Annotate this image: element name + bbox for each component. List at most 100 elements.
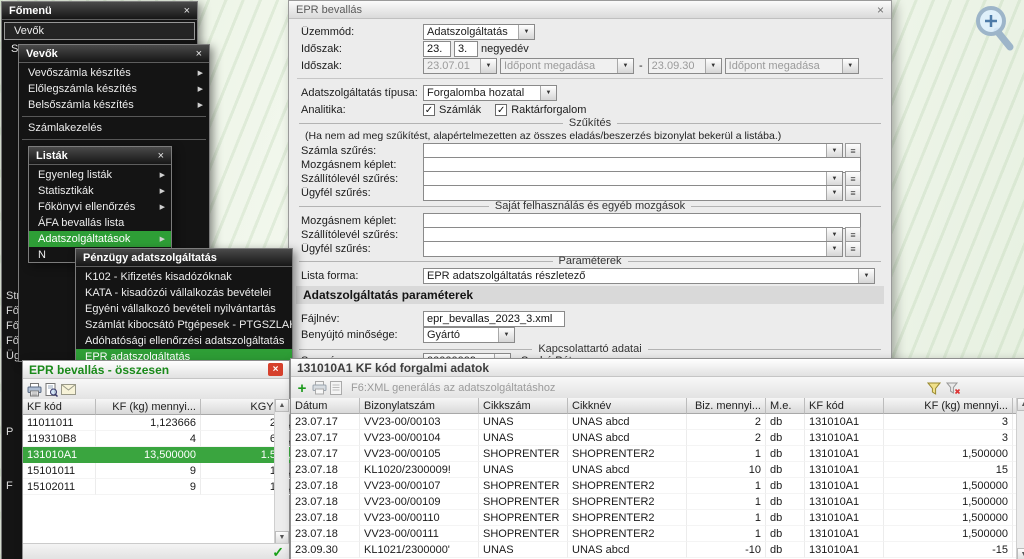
- idoszak-year-input[interactable]: [423, 41, 451, 57]
- date-from-select[interactable]: 23.07.01 ▼: [423, 58, 497, 74]
- column-header[interactable]: KF (kg) mennyi...: [884, 398, 1013, 414]
- lista-forma-select[interactable]: EPR adatszolgáltatás részletező ▼: [423, 268, 875, 284]
- detail-scrollbar[interactable]: ▲ ▼: [1016, 398, 1024, 559]
- column-header[interactable]: Biz. mennyi...: [687, 398, 766, 414]
- menu-item-elolegszamla-keszites[interactable]: Előlegszámla készítés ▶: [19, 81, 209, 97]
- raktarforgalom-checkbox-label: Raktárforgalom: [511, 104, 586, 116]
- menu-item-fragment[interactable]: F: [6, 480, 13, 492]
- scrollbar-track[interactable]: [275, 412, 289, 531]
- print-icon[interactable]: [312, 381, 327, 395]
- table-cell: UNAS: [479, 542, 568, 558]
- add-icon[interactable]: +: [295, 381, 309, 396]
- raktarforgalom-checkbox[interactable]: ✓: [495, 104, 507, 116]
- menu-item-vevok-root[interactable]: Vevők: [4, 22, 195, 40]
- confirm-check-icon[interactable]: ✓: [272, 544, 284, 559]
- column-header[interactable]: Cikknév: [568, 398, 687, 414]
- table-row[interactable]: 151010119189,-: [23, 463, 300, 479]
- table-row[interactable]: 119310B84672,-: [23, 431, 300, 447]
- menu-item-egyenleg-listak[interactable]: Egyenleg listák ▶: [29, 167, 171, 183]
- dialog-titlebar[interactable]: EPR bevallás ×: [289, 1, 891, 19]
- table-row[interactable]: 23.07.18VV23-00/00111SHOPRENTERSHOPRENTE…: [291, 526, 1024, 542]
- combo-value: 23.09.30: [649, 60, 705, 72]
- table-cell: 2: [687, 414, 766, 430]
- menu-item-k102[interactable]: K102 - Kifizetés kisadózóknak: [76, 269, 292, 285]
- listak-titlebar[interactable]: Listák ×: [29, 147, 171, 165]
- xml-document-icon[interactable]: [330, 381, 342, 395]
- table-row[interactable]: 23.09.30KL1021/2300000'UNASUNAS abcd-10d…: [291, 542, 1024, 558]
- preview-icon[interactable]: [45, 383, 58, 397]
- scrollbar-track[interactable]: [1017, 411, 1024, 548]
- column-header[interactable]: KF kód: [23, 399, 96, 415]
- table-row[interactable]: 23.07.17VV23-00/00103UNASUNAS abcd2db131…: [291, 414, 1024, 430]
- table-cell: SHOPRENTER: [479, 446, 568, 462]
- table-row[interactable]: 23.07.18VV23-00/00109SHOPRENTERSHOPRENTE…: [291, 494, 1024, 510]
- column-header[interactable]: Dátum: [291, 398, 360, 414]
- zoom-magnifier-icon[interactable]: [972, 4, 1018, 52]
- column-header[interactable]: KF kód: [805, 398, 884, 414]
- listak-close-icon[interactable]: ×: [156, 150, 166, 162]
- scroll-up-button[interactable]: ▲: [1017, 398, 1024, 411]
- menu-item-ptgszlah[interactable]: Számlát kibocsátó Ptgépesek - PTGSZLAH: [76, 317, 292, 333]
- table-cell: SHOPRENTER2: [568, 478, 687, 494]
- dropdown-arrow-icon: ▼: [858, 269, 874, 283]
- ugyfel-szures-lookup-button[interactable]: ≡: [845, 185, 861, 201]
- menu-item-egyeni-vallalkozo[interactable]: Egyéni vállalkozó bevételi nyilvántartás: [76, 301, 292, 317]
- clear-filter-icon[interactable]: [946, 382, 961, 395]
- menu-item-belsoszamla-keszites[interactable]: Belsőszámla készítés ▶: [19, 97, 209, 113]
- table-row[interactable]: 23.07.17VV23-00/00105SHOPRENTERSHOPRENTE…: [291, 446, 1024, 462]
- penzugy-titlebar[interactable]: Pénzügy adatszolgáltatás: [76, 249, 292, 267]
- filter-icon[interactable]: [927, 382, 941, 395]
- summary-table: KF kódKF (kg) mennyi...KGYF díj110110111…: [23, 399, 300, 495]
- menu-item-adatszolgaltatasok[interactable]: Adatszolgáltatások ▶: [29, 231, 171, 247]
- uzemmod-select[interactable]: Adatszolgáltatás ▼: [423, 24, 535, 40]
- tipus-select[interactable]: Forgalomba hozatal ▼: [423, 85, 557, 101]
- column-header[interactable]: Bizonylatszám: [360, 398, 479, 414]
- scroll-down-button[interactable]: ▼: [1017, 548, 1024, 559]
- date-mode-to-select[interactable]: Időpont megadása ▼: [725, 58, 859, 74]
- fajlnev-input[interactable]: [423, 311, 565, 327]
- table-row[interactable]: 23.07.17VV23-00/00104UNASUNAS abcd2db131…: [291, 430, 1024, 446]
- menu-item-statisztikak[interactable]: Statisztikák ▶: [29, 183, 171, 199]
- fomenu-titlebar[interactable]: Főmenü ×: [2, 2, 197, 20]
- column-header[interactable]: M.e.: [766, 398, 805, 414]
- menu-item-fragment[interactable]: P: [6, 426, 13, 438]
- detail-titlebar[interactable]: 131010A1 KF kód forgalmi adatok: [291, 359, 1024, 377]
- menu-item-kata[interactable]: KATA - kisadózói vállalkozás bevételei: [76, 285, 292, 301]
- epr-bevallas-dialog: EPR bevallás × Üzemmód: Adatszolgáltatás…: [288, 0, 892, 378]
- table-cell: 1: [687, 494, 766, 510]
- dialog-close-icon[interactable]: ×: [877, 3, 884, 17]
- summary-close-icon[interactable]: ×: [268, 363, 283, 376]
- szamlak-checkbox[interactable]: ✓: [423, 104, 435, 116]
- penzugy-menu-window: Pénzügy adatszolgáltatás K102 - Kifizeté…: [75, 248, 293, 363]
- column-header[interactable]: Cikkszám: [479, 398, 568, 414]
- szallitolevel-szures-label: Szállítólevél szűrés:: [301, 173, 423, 185]
- vevok-titlebar[interactable]: Vevők ×: [19, 45, 209, 63]
- table-row[interactable]: 151020119189,-: [23, 479, 300, 495]
- date-to-select[interactable]: 23.09.30 ▼: [648, 58, 722, 74]
- ugyfel-szures-select[interactable]: ▼: [423, 185, 843, 201]
- idoszak-quarter-input[interactable]: [454, 41, 478, 57]
- table-row[interactable]: 110110111,123666219,-: [23, 415, 300, 431]
- table-row[interactable]: 23.07.18VV23-00/00110SHOPRENTERSHOPRENTE…: [291, 510, 1024, 526]
- menu-item-adohatosagi-ellenorzesi[interactable]: Adóhatósági ellenőrzési adatszolgáltatás: [76, 333, 292, 349]
- submenu-arrow-icon: ▶: [192, 101, 203, 109]
- fomenu-close-icon[interactable]: ×: [182, 5, 192, 17]
- column-header[interactable]: KF (kg) mennyi...: [96, 399, 201, 415]
- vevok-close-icon[interactable]: ×: [194, 48, 204, 60]
- menu-item-afa-bevallas-lista[interactable]: ÁFA bevallás lista: [29, 215, 171, 231]
- table-row[interactable]: 131010A113,5000001.566,-: [23, 447, 300, 463]
- date-mode-from-select[interactable]: Időpont megadása ▼: [500, 58, 634, 74]
- summary-titlebar[interactable]: EPR bevallás - összesen ×: [23, 361, 289, 379]
- scroll-up-button[interactable]: ▲: [275, 399, 289, 412]
- submenu-arrow-icon: ▶: [154, 187, 165, 195]
- summary-scrollbar[interactable]: ▲ ▼: [274, 399, 289, 544]
- menu-item-fokonyvi-ellenorzes[interactable]: Főkönyvi ellenőrzés ▶: [29, 199, 171, 215]
- menu-item-vevoszamla-keszites[interactable]: Vevőszámla készítés ▶: [19, 65, 209, 81]
- print-icon[interactable]: [27, 383, 42, 397]
- table-row[interactable]: 23.07.18VV23-00/00107SHOPRENTERSHOPRENTE…: [291, 478, 1024, 494]
- menu-item-szamlakezeles[interactable]: Számlakezelés: [19, 120, 209, 136]
- table-row[interactable]: 23.07.18KL1020/2300009!UNASUNAS abcd10db…: [291, 462, 1024, 478]
- email-icon[interactable]: [61, 384, 76, 395]
- benyujto-select[interactable]: Gyártó ▼: [423, 327, 515, 343]
- table-cell: VV23-00/00107: [360, 478, 479, 494]
